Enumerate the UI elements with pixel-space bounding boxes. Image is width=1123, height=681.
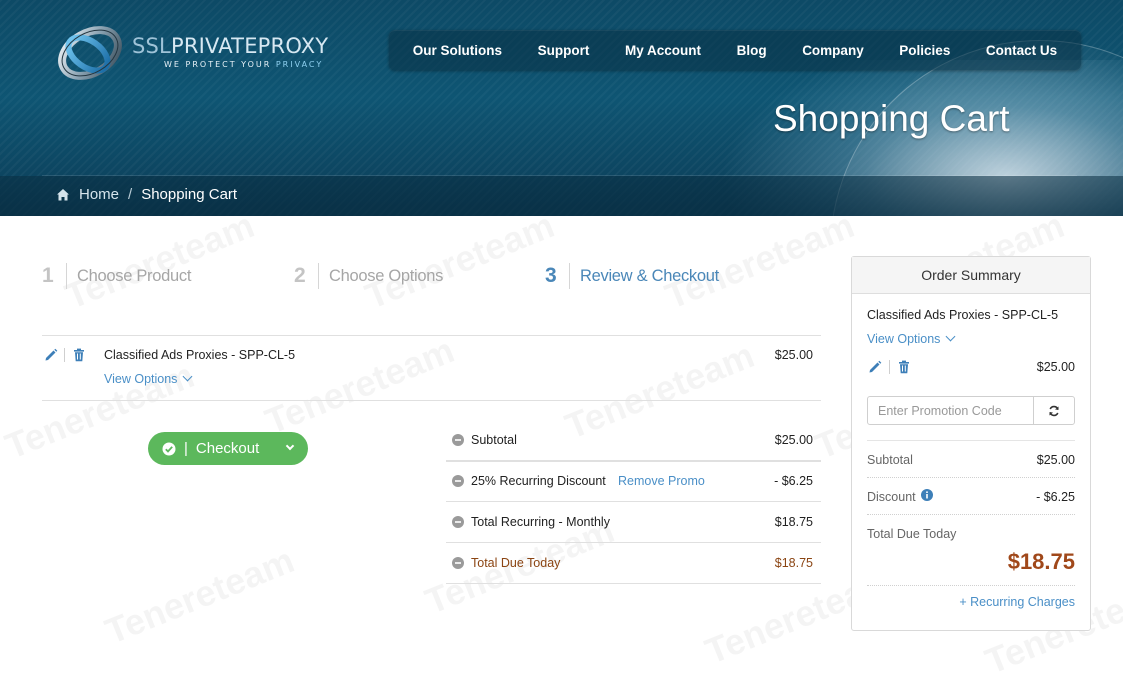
page-title: Shopping Cart	[773, 98, 1010, 139]
total-due-label: Total Due Today	[471, 556, 561, 570]
chevron-down-icon	[285, 441, 295, 451]
nav-blog[interactable]: Blog	[737, 43, 767, 58]
logo-proxy-text: PRIVATEPROXY	[170, 34, 329, 58]
checkout-separator: |	[184, 440, 188, 457]
step-number: 3	[545, 264, 557, 287]
remove-promo-link[interactable]: Remove Promo	[618, 474, 705, 488]
step-label: Review & Checkout	[580, 266, 719, 285]
tagline-main: WE PROTECT YOUR	[164, 60, 272, 69]
action-divider	[889, 360, 890, 374]
summary-item-name: Classified Ads Proxies - SPP-CL-5	[867, 308, 1059, 322]
nav-company[interactable]: Company	[802, 43, 864, 58]
summary-dotted-divider	[867, 585, 1075, 586]
view-options-label: View Options	[867, 332, 941, 346]
cart-item-name: Classified Ads Proxies - SPP-CL-5	[104, 348, 296, 362]
action-divider	[64, 348, 65, 362]
watermark: Tenereteam	[659, 204, 860, 318]
subtotal-value: $25.00	[774, 433, 813, 447]
info-icon[interactable]	[921, 489, 933, 501]
nav-my-account[interactable]: My Account	[625, 43, 701, 58]
subtotal-row: Subtotal $25.00	[446, 420, 821, 461]
step-label: Choose Options	[329, 266, 444, 285]
view-options-label: View Options	[104, 372, 178, 386]
watermark: Tenereteam	[259, 329, 460, 443]
home-icon[interactable]	[56, 188, 70, 202]
subtotal-label: Subtotal	[471, 433, 517, 447]
logo-ring-icon	[58, 26, 122, 80]
watermark: Tenereteam	[59, 204, 260, 318]
summary-dotted-divider	[867, 477, 1075, 478]
logo-ssl-text: SSL	[132, 34, 171, 58]
summary-dotted-divider	[867, 514, 1075, 515]
cart-bottom-divider	[42, 400, 821, 401]
chevron-down-icon	[182, 371, 193, 382]
recurring-row: Total Recurring - Monthly $18.75	[446, 502, 821, 543]
cart-item-price: $25.00	[774, 348, 813, 362]
discount-row: 25% Recurring Discount Remove Promo - $6…	[446, 461, 821, 502]
check-circle-icon	[162, 442, 176, 455]
chevron-down-icon	[945, 331, 956, 342]
site-logo[interactable]: SSLPRIVATEPROXY WE PROTECT YOUR PRIVACY	[54, 20, 344, 86]
edit-pencil-icon[interactable]	[868, 360, 882, 374]
step-number: 2	[294, 264, 306, 287]
minus-circle-icon	[452, 516, 464, 528]
breadcrumb-home-link[interactable]: Home	[79, 186, 119, 203]
step-review-checkout[interactable]: 3 Review & Checkout	[545, 262, 719, 290]
watermark: Tenereteam	[99, 539, 300, 653]
summary-discount-label: Discount	[867, 490, 916, 504]
nav-support[interactable]: Support	[538, 43, 590, 58]
edit-pencil-icon[interactable]	[44, 348, 58, 362]
nav-contact-us[interactable]: Contact Us	[986, 43, 1057, 58]
totals-top-line	[446, 461, 821, 462]
summary-subtotal-label: Subtotal	[867, 453, 913, 467]
logo-wordmark: SSLPRIVATEPROXY	[132, 34, 328, 58]
refresh-icon	[1049, 405, 1059, 417]
checkout-button[interactable]: | Checkout	[148, 432, 308, 465]
minus-circle-icon	[452, 475, 464, 487]
delete-trash-icon[interactable]	[72, 348, 86, 362]
tagline-accent: PRIVACY	[275, 60, 324, 69]
summary-subtotal-value: $25.00	[1036, 453, 1075, 467]
discount-value: - $6.25	[774, 474, 813, 488]
step-choose-options[interactable]: 2 Choose Options	[294, 262, 443, 290]
step-divider	[569, 263, 570, 289]
summary-due-value: $18.75	[1007, 549, 1075, 574]
summary-divider	[867, 440, 1075, 441]
order-summary-panel: Order Summary Classified Ads Proxies - S…	[851, 256, 1091, 631]
breadcrumb-current: Shopping Cart	[141, 186, 238, 203]
nav-our-solutions[interactable]: Our Solutions	[413, 43, 502, 58]
step-choose-product[interactable]: 1 Choose Product	[42, 262, 191, 290]
minus-circle-icon	[452, 434, 464, 446]
nav-policies[interactable]: Policies	[899, 43, 950, 58]
apply-promo-button[interactable]	[1033, 396, 1075, 425]
checkout-label: Checkout	[195, 440, 260, 457]
header-banner: SSLPRIVATEPROXY WE PROTECT YOUR PRIVACY …	[0, 0, 1123, 216]
total-due-row: Total Due Today $18.75	[446, 543, 821, 584]
main-nav: Our Solutions Support My Account Blog Co…	[389, 30, 1081, 70]
logo-tagline: WE PROTECT YOUR PRIVACY	[164, 60, 323, 69]
summary-item-price: $25.00	[1036, 360, 1075, 374]
step-label: Choose Product	[77, 266, 192, 285]
breadcrumb: Home / Shopping Cart	[56, 186, 237, 203]
summary-discount-value: - $6.25	[1036, 490, 1075, 504]
minus-circle-icon	[452, 557, 464, 569]
promotion-code-input[interactable]	[867, 396, 1034, 425]
recurring-label: Total Recurring - Monthly	[471, 515, 610, 529]
step-divider	[66, 263, 67, 289]
breadcrumb-separator: /	[128, 186, 133, 203]
step-number: 1	[42, 264, 54, 287]
recurring-value: $18.75	[774, 515, 813, 529]
summary-due-label: Total Due Today	[867, 527, 957, 541]
recurring-charges-link[interactable]: + Recurring Charges	[959, 595, 1075, 609]
cart-top-divider	[42, 335, 821, 336]
step-divider	[318, 263, 319, 289]
order-summary-title: Order Summary	[852, 257, 1090, 294]
summary-view-options-link[interactable]: View Options	[867, 331, 956, 346]
cart-item-view-options-link[interactable]: View Options	[104, 371, 193, 386]
watermark: Tenereteam	[359, 204, 560, 318]
band-divider	[42, 175, 1077, 176]
discount-label: 25% Recurring Discount	[471, 474, 606, 488]
delete-trash-icon[interactable]	[897, 360, 911, 374]
total-due-value: $18.75	[774, 556, 813, 570]
